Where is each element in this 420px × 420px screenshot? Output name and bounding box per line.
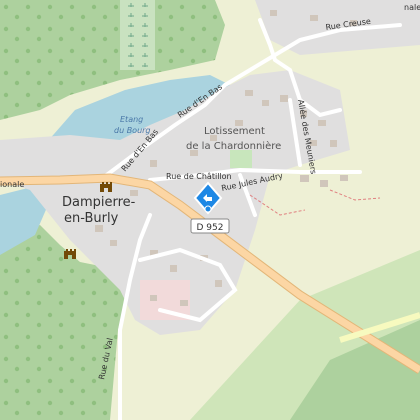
lotissement-label-line2: de la Chardonnière bbox=[186, 140, 281, 152]
map-canvas[interactable]: D 952 Dampierre- en-Burly Lotissement de… bbox=[0, 0, 420, 420]
green-patch bbox=[230, 150, 252, 168]
route-shield-label: D 952 bbox=[197, 223, 224, 233]
map-svg: D 952 Dampierre- en-Burly Lotissement de… bbox=[0, 0, 420, 420]
etang-label-line1: Etang bbox=[120, 115, 143, 124]
town-label-line2: en-Burly bbox=[64, 211, 119, 226]
etang-label-line2: du Bourg bbox=[114, 126, 151, 135]
marsh-area bbox=[120, 0, 155, 70]
road-label-nationale: ionale bbox=[0, 180, 24, 189]
lotissement-label-line1: Lotissement bbox=[204, 126, 265, 137]
road-label-rue-chatillon: Rue de Châtillon bbox=[166, 172, 232, 181]
route-shield: D 952 bbox=[190, 218, 230, 234]
road-label-nale: nale bbox=[404, 3, 420, 12]
town-label-line1: Dampierre- bbox=[62, 195, 136, 210]
